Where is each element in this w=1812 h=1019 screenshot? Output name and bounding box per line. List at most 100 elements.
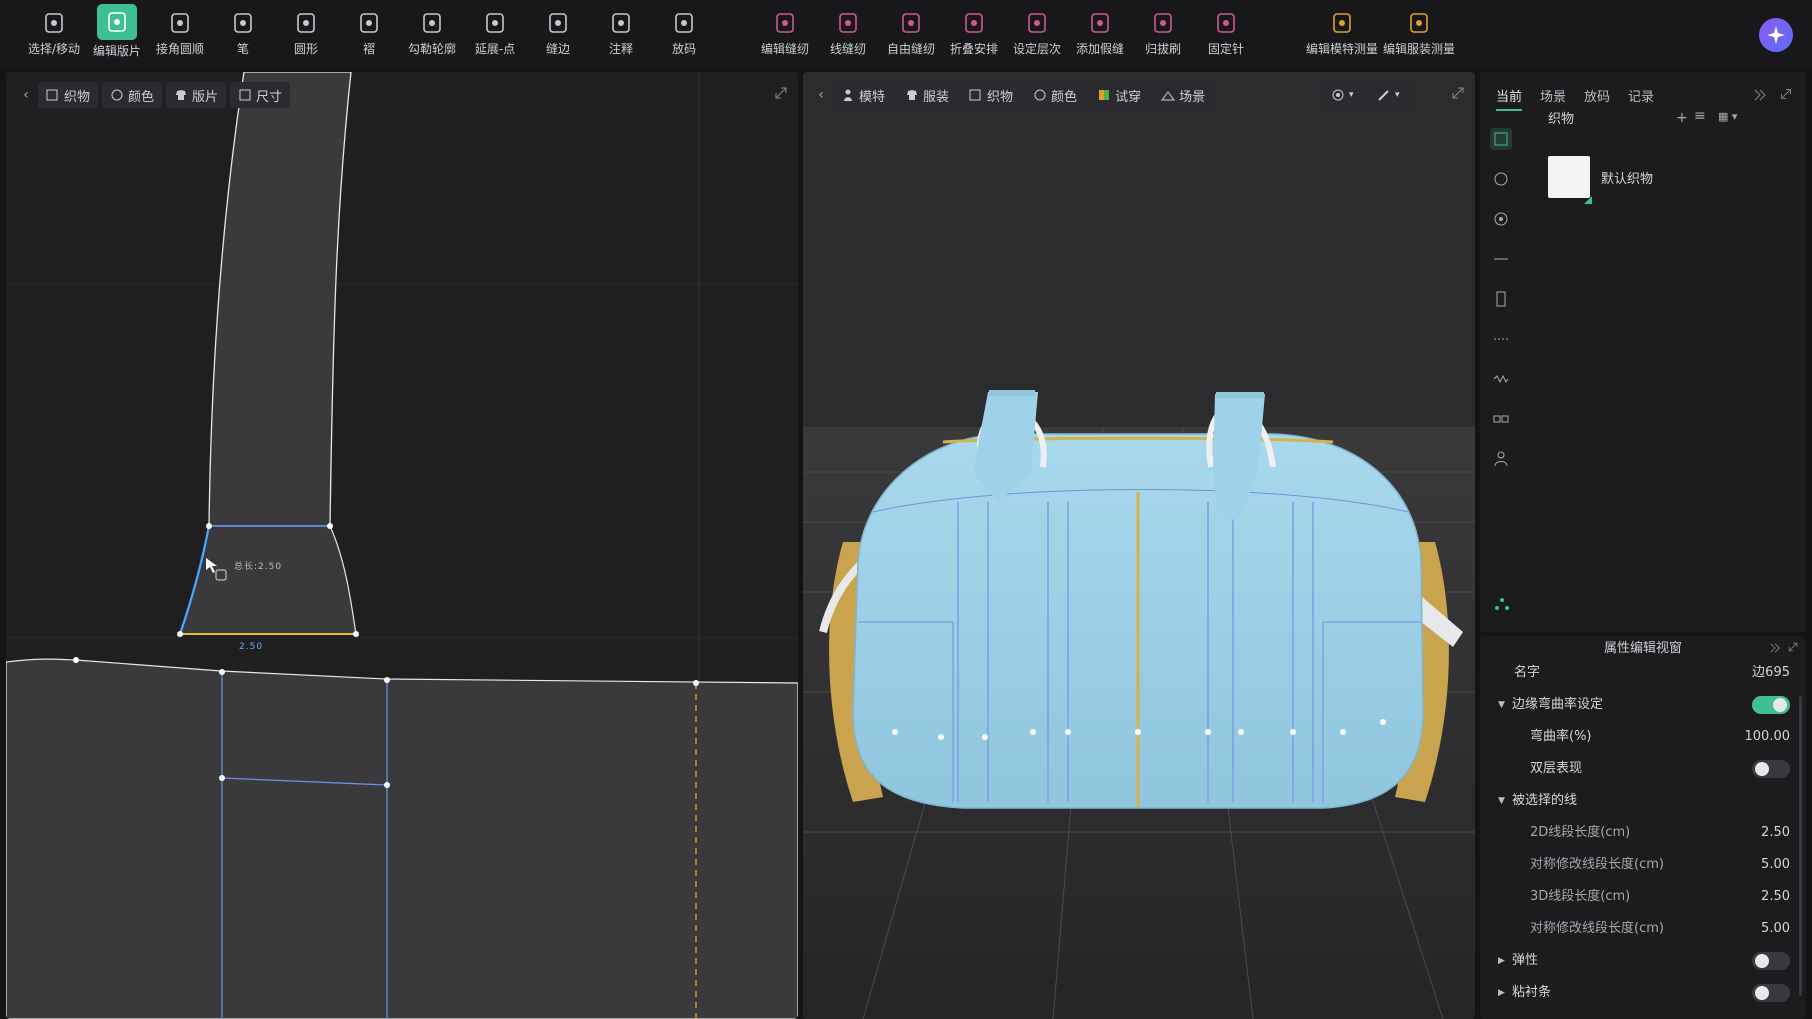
tool-icon-wrap (1069, 8, 1131, 38)
pattern-2d-window[interactable]: 总长:2.50 2.50 ‹ 织物 颜色 版片 尺寸 (6, 72, 798, 1019)
collapsed-arrow-icon[interactable]: ▶ (1498, 946, 1505, 976)
tab-history[interactable]: 记录 (1628, 86, 1654, 111)
tool-label: 折叠安排 (949, 42, 998, 56)
expand-arrow-icon[interactable]: ▼ (1498, 786, 1505, 816)
tool-label: 延展-点 (474, 42, 516, 56)
tool-extend-point[interactable]: 延展-点 (464, 4, 526, 64)
tool-label: 放码 (671, 42, 696, 56)
collapsed-arrow-icon[interactable]: ▶ (1498, 978, 1505, 1008)
tool-grading[interactable]: 放码 (653, 4, 715, 64)
curvature-toggle[interactable] (1752, 696, 1790, 714)
pattern-window-toolbar: ‹ 织物 颜色 版片 尺寸 (18, 82, 291, 108)
trim-category-icon[interactable] (1490, 408, 1512, 430)
body-pattern-piece (6, 658, 798, 1019)
prop-selected-line-section[interactable]: ▼ 被选择的线 (1480, 786, 1806, 816)
pattern-fabric-button[interactable]: 织物 (38, 82, 99, 108)
3d-length-value[interactable]: 2.50 (1761, 882, 1790, 912)
tool-annotation[interactable]: 注释 (590, 4, 652, 64)
2d-length-value[interactable]: 2.50 (1761, 818, 1790, 848)
tape-toggle[interactable] (1752, 984, 1790, 1002)
avatar-3d-window[interactable]: ‹ 模特 服装 织物 颜色 试穿 场景 ▾ ▾ (803, 72, 1475, 1019)
scene-button[interactable]: 场景 (1153, 82, 1214, 108)
pin-icon (1217, 13, 1235, 33)
avatar-category-icon[interactable] (1490, 448, 1512, 470)
collapse-arrow-icon[interactable]: ‹ (18, 82, 34, 108)
tool-edit-sewing[interactable]: 编辑缝纫 (754, 4, 816, 64)
color-button[interactable]: 颜色 (1025, 82, 1086, 108)
tool-set-layer[interactable]: 设定层次 (1006, 4, 1068, 64)
tool-pin[interactable]: 固定针 (1195, 4, 1257, 64)
garment-button[interactable]: 服装 (897, 82, 958, 108)
tab-current[interactable]: 当前 (1496, 86, 1523, 111)
tool-edit-pattern[interactable]: 编辑版片 (86, 4, 148, 64)
tool-garment-measure[interactable]: 编辑服装测量 (1379, 4, 1459, 64)
ai-assistant-button[interactable] (1759, 18, 1793, 52)
tool-avatar-measure[interactable]: 编辑模特测量 (1302, 4, 1382, 64)
tool-circle[interactable]: 圆形 (275, 4, 337, 64)
render-mode-dropdown[interactable]: ▾ (1369, 82, 1411, 108)
tool-select-move[interactable]: 选择/移动 (23, 4, 85, 64)
button-category-icon[interactable] (1490, 168, 1512, 190)
segment-length-label: 2.50 (239, 642, 264, 652)
collapse-arrow-icon[interactable]: ‹ (813, 82, 829, 108)
tool-fold-arrange[interactable]: 折叠安排 (943, 4, 1005, 64)
grading-icon (675, 13, 693, 33)
scrollbar[interactable] (1799, 696, 1802, 996)
tab-grading[interactable]: 放码 (1584, 86, 1610, 111)
view-mode-dropdown[interactable]: ▾ (1323, 82, 1365, 108)
color-icon (1034, 89, 1046, 101)
ruler-icon (239, 89, 251, 101)
fitting-button[interactable]: 试穿 (1089, 82, 1150, 108)
expand-icon[interactable] (1449, 84, 1467, 102)
tool-pen[interactable]: 笔 (212, 4, 274, 64)
elastic-toggle[interactable] (1752, 952, 1790, 970)
tool-label: 勾勒轮廓 (407, 42, 456, 56)
expand-arrow-icon[interactable]: ▼ (1498, 690, 1505, 720)
collapse-panel-icon[interactable] (1752, 88, 1768, 102)
tool-shrink-brush[interactable]: 归拔刷 (1132, 4, 1194, 64)
fabric-swatch[interactable] (1548, 156, 1590, 198)
list-view-icon[interactable]: ≡ (1694, 108, 1706, 124)
collapse-panel-icon[interactable] (1768, 642, 1782, 654)
fabric-button[interactable]: 织物 (961, 82, 1022, 108)
fabric-name[interactable]: 默认织物 (1601, 168, 1653, 187)
tool-add-basting[interactable]: 添加假缝 (1069, 4, 1131, 64)
grid-view-dropdown[interactable]: ▦ ▾ (1718, 110, 1758, 128)
topstitch-category-icon[interactable] (1490, 248, 1512, 270)
sym-3d-length-value[interactable]: 5.00 (1761, 914, 1790, 944)
sym-2d-length-value[interactable]: 5.00 (1761, 850, 1790, 880)
tool-pleat[interactable]: 褶 (338, 4, 400, 64)
network-icon[interactable] (1494, 596, 1510, 612)
prop-curvature-section[interactable]: ▼ 边缘弯曲率设定 (1480, 690, 1806, 720)
pattern-piece-button[interactable]: 版片 (166, 82, 227, 108)
tool-line-sewing[interactable]: 线缝纫 (817, 4, 879, 64)
prop-tape-section[interactable]: ▶ 粘衬条 (1480, 978, 1806, 1008)
avatar-measure-icon (1333, 13, 1351, 33)
add-fabric-icon[interactable]: + (1676, 110, 1688, 126)
pattern-canvas[interactable] (6, 72, 798, 1019)
tool-icon-wrap (754, 8, 816, 38)
prop-elastic-section[interactable]: ▶ 弹性 (1480, 946, 1806, 976)
expand-icon[interactable] (1778, 86, 1794, 102)
prop-sym-2d-row: 对称修改线段长度(cm) 5.00 (1480, 850, 1806, 880)
zipper-category-icon[interactable] (1490, 288, 1512, 310)
expand-icon[interactable] (1786, 640, 1800, 654)
tool-trace-outline[interactable]: 勾勒轮廓 (401, 4, 463, 64)
buttonhole-category-icon[interactable] (1490, 208, 1512, 230)
pattern-color-button[interactable]: 颜色 (102, 82, 163, 108)
pattern-size-button[interactable]: 尺寸 (230, 82, 291, 108)
fabric-category-icon[interactable] (1490, 128, 1512, 150)
line-category-icon[interactable] (1490, 328, 1512, 350)
tool-seam-allowance[interactable]: 缝边 (527, 4, 589, 64)
tool-corner-smooth[interactable]: 接角圆顺 (149, 4, 211, 64)
double-layer-toggle[interactable] (1752, 760, 1790, 778)
tool-label: 添加假缝 (1075, 42, 1124, 56)
curvature-value[interactable]: 100.00 (1745, 722, 1791, 752)
tool-label: 笔 (236, 42, 249, 56)
name-value[interactable]: 边695 (1752, 658, 1790, 688)
tool-free-sewing[interactable]: 自由缝纫 (880, 4, 942, 64)
3d-viewport[interactable] (803, 72, 1475, 1019)
zigzag-category-icon[interactable] (1490, 368, 1512, 390)
avatar-button[interactable]: 模特 (833, 82, 894, 108)
expand-icon[interactable] (772, 84, 790, 102)
